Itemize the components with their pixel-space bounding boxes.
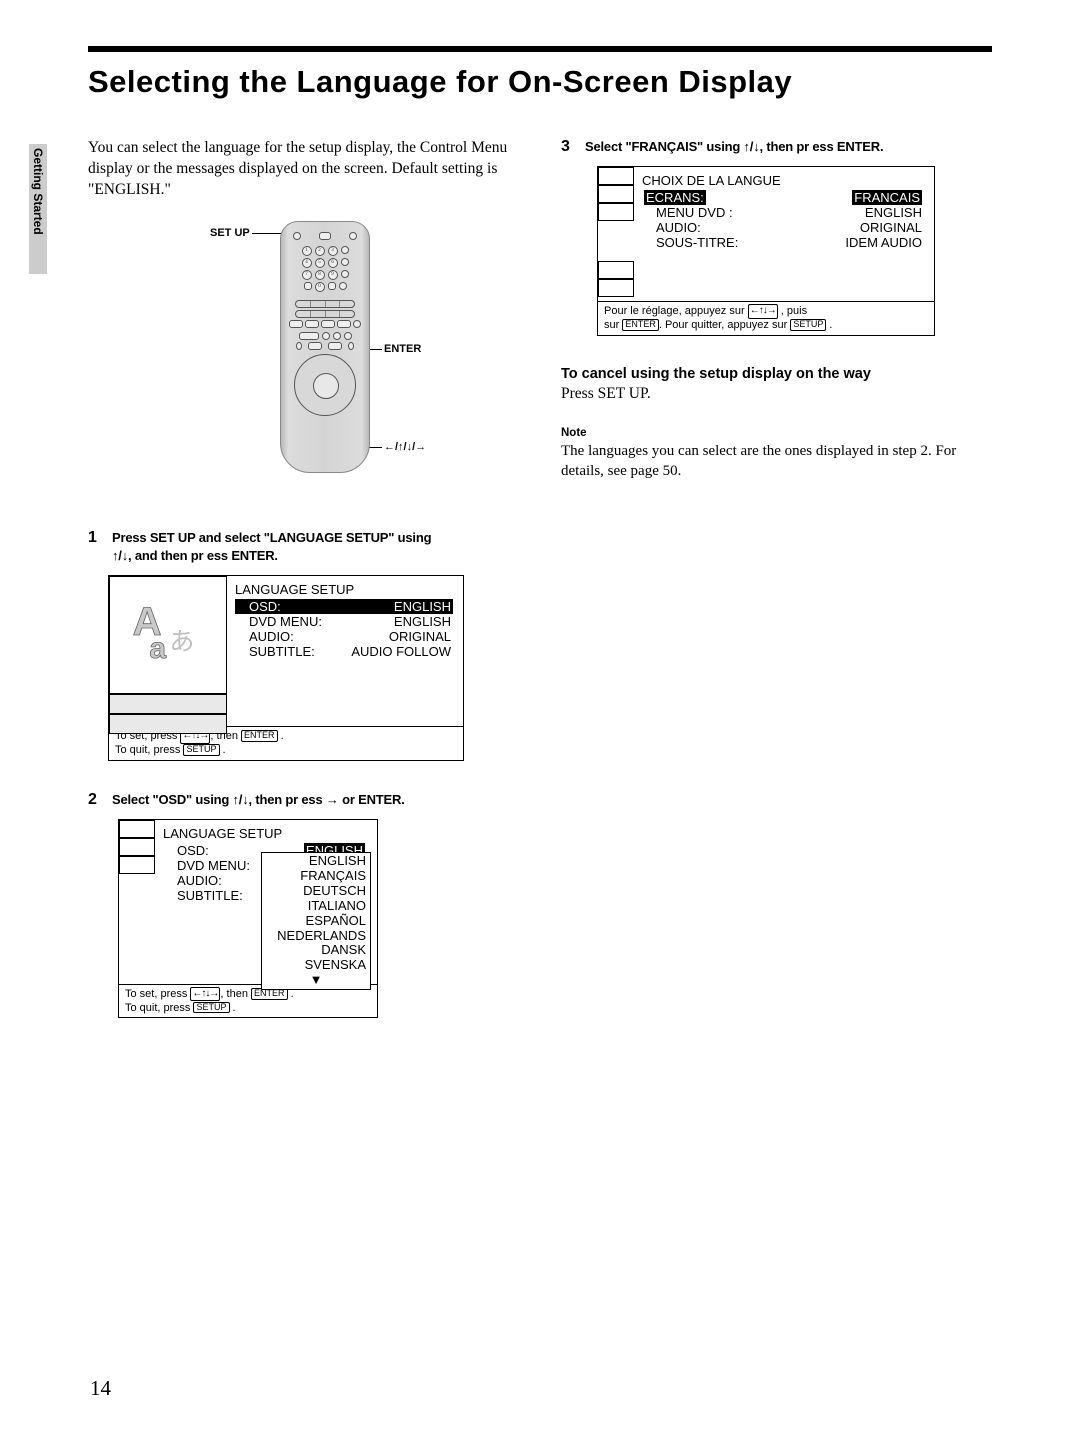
step-text: Select "FRANÇAIS" using ↑/↓, then pr ess… (585, 138, 883, 156)
cancel-heading: To cancel using the setup display on the… (561, 366, 986, 382)
menu-row: DVD MENU:ENGLISH (235, 614, 453, 629)
svg-text:a: a (150, 633, 167, 666)
menu-row: MENU DVD :ENGLISH (642, 205, 924, 220)
step-text: Select "OSD" using ↑/↓, then pr ess → or… (112, 791, 405, 809)
menu-row: ECRANS: FRANCAIS (642, 190, 924, 205)
menu-title: LANGUAGE SETUP (235, 582, 453, 597)
menu-row: AUDIO:ORIGINAL (235, 629, 453, 644)
menu-row: AUDIO:ORIGINAL (642, 220, 924, 235)
page-title: Selecting the Language for On-Screen Dis… (88, 64, 992, 100)
side-tab-label: Getting Started (31, 148, 45, 235)
menu-title: CHOIX DE LA LANGUE (642, 173, 924, 188)
intro-text: You can select the language for the setu… (88, 138, 513, 201)
step-3: 3 Select "FRANÇAIS" using ↑/↓, then pr e… (561, 138, 986, 156)
menu-row: OSD:ENGLISH (235, 599, 453, 614)
note-label: Note (561, 427, 986, 439)
remote-label-arrows: ←/↑/↓/→ (384, 441, 426, 453)
menu-row: SUBTITLE:AUDIO FOLLOW (235, 644, 453, 659)
svg-text:あ: あ (170, 628, 195, 656)
osd-footer: Pour le réglage, appuyez sur ←↑↓→ , puis… (598, 301, 934, 335)
remote-body: 123 456 789 0 (280, 221, 370, 473)
top-rule (88, 46, 992, 52)
step-number: 2 (88, 791, 102, 809)
step-2: 2 Select "OSD" using ↑/↓, then pr ess → … (88, 791, 513, 809)
remote-label-setup: SET UP (210, 227, 250, 239)
language-icon: A a あ (126, 593, 210, 677)
note-body: The languages you can select are the one… (561, 441, 986, 482)
menu-row: SOUS-TITRE:IDEM AUDIO (642, 235, 924, 250)
callout-line (252, 233, 282, 234)
remote-diagram: SET UP ENTER ←/↑/↓/→ 123 456 789 0 (148, 219, 513, 499)
page-number: 14 (90, 1376, 111, 1401)
step-text: Press SET UP and select "LANGUAGE SETUP"… (112, 529, 431, 565)
language-dropdown: ENGLISH FRANÇAIS DEUTSCH ITALIANO ESPAÑO… (261, 852, 371, 990)
right-column: 3 Select "FRANÇAIS" using ↑/↓, then pr e… (561, 138, 986, 1048)
cancel-body: Press SET UP. (561, 384, 986, 405)
step-1: 1 Press SET UP and select "LANGUAGE SETU… (88, 529, 513, 565)
step-number: 1 (88, 529, 102, 547)
left-column: You can select the language for the setu… (88, 138, 513, 1048)
menu-title: LANGUAGE SETUP (163, 826, 367, 841)
remote-label-enter: ENTER (384, 343, 421, 355)
osd-menu-2: LANGUAGE SETUP OSD:ENGLISH DVD MENU: AUD… (118, 819, 378, 1019)
step-number: 3 (561, 138, 575, 156)
osd-menu-1: A a あ LANGUAGE SETUP OSD:ENGLISH DVD MEN… (108, 575, 464, 761)
osd-menu-3: CHOIX DE LA LANGUE ECRANS: FRANCAIS MENU… (597, 166, 935, 336)
